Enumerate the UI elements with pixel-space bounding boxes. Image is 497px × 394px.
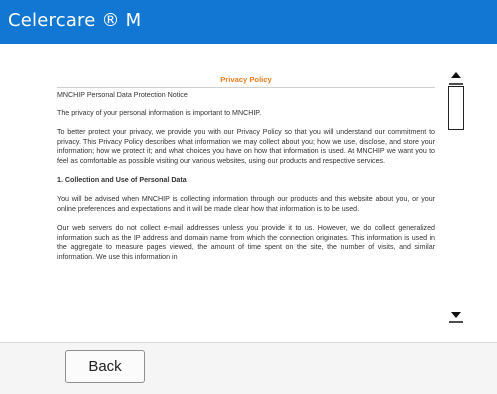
paragraph: You will be advised when MNCHIP is colle… <box>57 195 435 213</box>
scroll-up-button[interactable] <box>448 66 464 86</box>
scroll-down-button[interactable] <box>448 306 464 326</box>
paragraph: Our web servers do not collect e-mail ad… <box>57 223 435 261</box>
document-subtitle: MNCHIP Personal Data Protection Notice <box>57 90 188 99</box>
paragraph: To better protect your privacy, we provi… <box>57 128 435 166</box>
vertical-scrollbar[interactable] <box>446 66 468 326</box>
scrollbar-thumb[interactable] <box>448 86 464 130</box>
back-button[interactable]: Back <box>65 350 145 383</box>
title-bar: Celercare ® M <box>0 0 497 44</box>
content-panel: Privacy Policy MNCHIP Personal Data Prot… <box>0 44 497 342</box>
triangle-down-icon <box>449 312 463 323</box>
paragraph: The privacy of your personal information… <box>57 109 262 118</box>
triangle-up-icon <box>449 72 463 85</box>
footer-divider <box>0 342 497 343</box>
document-heading: Privacy Policy <box>57 75 435 88</box>
app-title: Celercare ® M <box>8 10 142 31</box>
privacy-policy-document[interactable]: Privacy Policy MNCHIP Personal Data Prot… <box>57 75 435 336</box>
section-heading: 1. Collection and Use of Personal Data <box>57 176 187 185</box>
